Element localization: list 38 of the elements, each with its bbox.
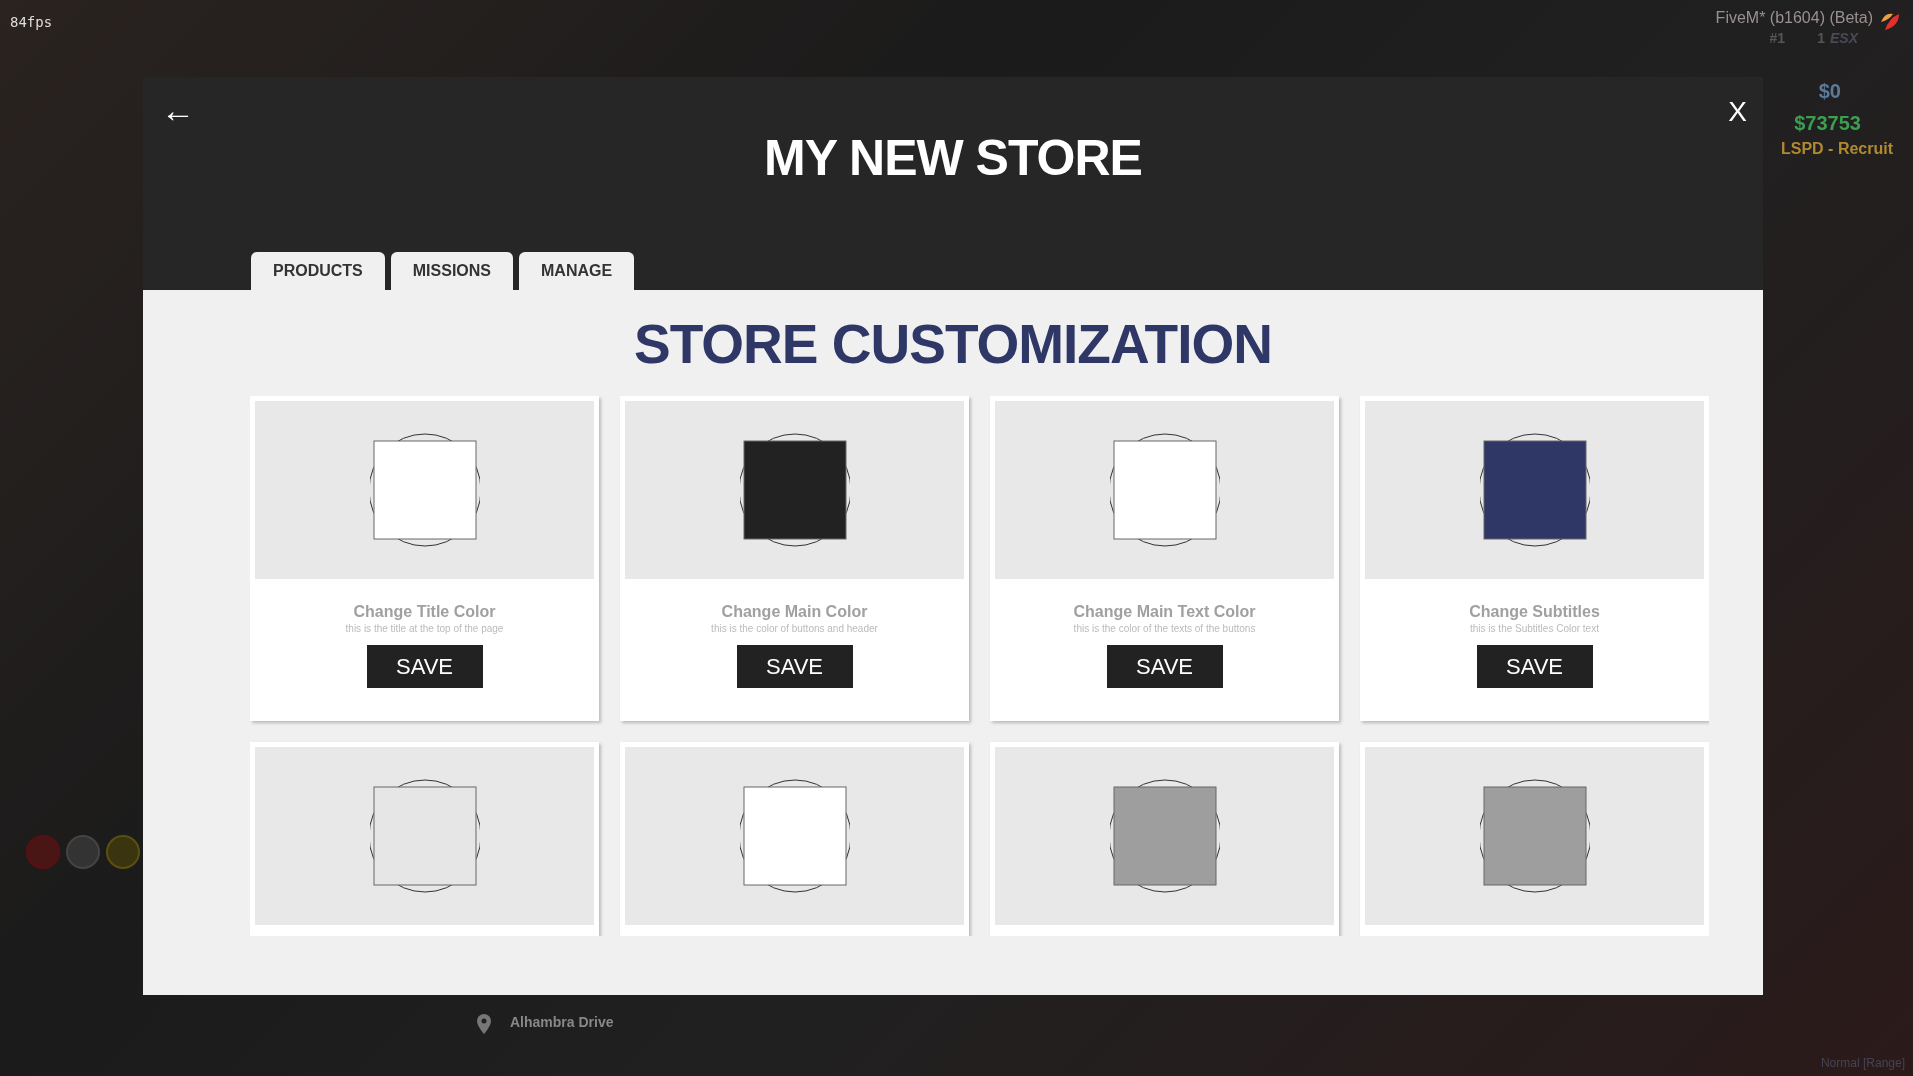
save-button[interactable]: SAVE <box>736 645 853 688</box>
bank-amount: $73753 <box>1794 112 1861 135</box>
color-swatch[interactable] <box>373 440 476 540</box>
color-swatch[interactable] <box>743 440 846 540</box>
job-label: LSPD - Recruit <box>1781 140 1893 158</box>
color-swatch[interactable] <box>373 786 476 886</box>
color-swatch[interactable] <box>1483 786 1586 886</box>
card-description: this is the Subtitles Color text <box>1470 623 1599 634</box>
store-title: MY NEW STORE <box>764 129 1142 187</box>
card-description: this is the title at the top of the page <box>345 623 504 634</box>
section-heading: STORE CUSTOMIZATION <box>634 312 1272 376</box>
card-title: Change Main Text Color <box>1073 603 1256 621</box>
tab[interactable]: MANAGE <box>519 252 635 290</box>
hunger-status-icon <box>106 835 140 869</box>
card-description: this is the color of the texts of the buttons <box>1073 623 1256 634</box>
health-status-icon <box>26 835 60 869</box>
card-title: Change Subtitles <box>1469 603 1600 621</box>
save-button[interactable]: SAVE <box>1476 645 1593 688</box>
client-version: FiveM* (b1604) (Beta) <box>1715 9 1873 27</box>
color-swatch[interactable] <box>1483 440 1586 540</box>
location-pin-icon <box>477 1014 491 1034</box>
fps-counter: 84fps <box>10 14 53 30</box>
tab[interactable]: PRODUCTS <box>251 252 385 290</box>
voice-range: Normal [Range] <box>1820 1056 1905 1070</box>
back-button[interactable]: ← <box>157 91 199 130</box>
color-swatch[interactable] <box>1113 440 1216 540</box>
color-swatch[interactable] <box>743 786 846 886</box>
thirst-status-icon <box>66 835 100 869</box>
tab[interactable]: MISSIONS <box>390 252 513 290</box>
close-button[interactable]: X <box>1722 95 1753 129</box>
street-name: Alhambra Drive <box>510 1014 614 1030</box>
card-description: this is the color of buttons and header <box>711 623 878 634</box>
save-button[interactable]: SAVE <box>366 645 483 688</box>
save-button[interactable]: SAVE <box>1106 645 1223 688</box>
color-swatch[interactable] <box>1113 786 1216 886</box>
card-title: Change Title Color <box>353 603 496 621</box>
card-title: Change Main Color <box>721 603 868 621</box>
cash-amount: $0 <box>1818 80 1841 103</box>
